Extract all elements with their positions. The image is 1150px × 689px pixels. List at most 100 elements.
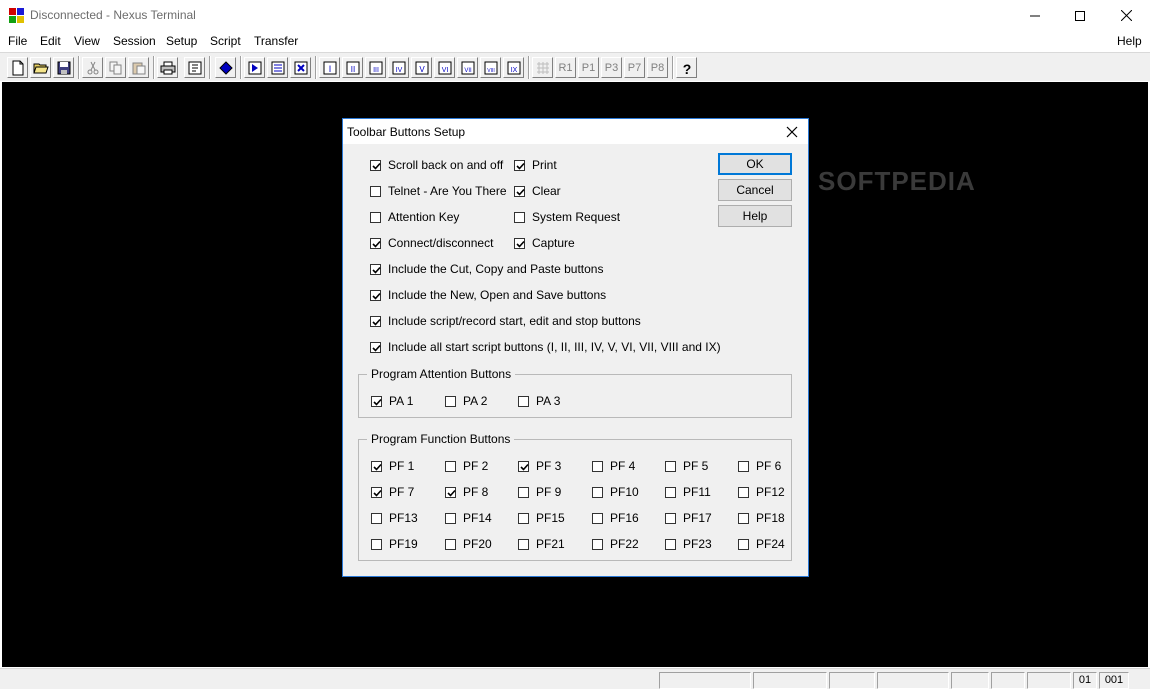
start-script-iv-button[interactable]: IV — [388, 57, 409, 78]
checkbox-box[interactable] — [592, 460, 603, 472]
checkbox-box[interactable] — [738, 538, 749, 550]
checkbox-box[interactable] — [665, 486, 676, 498]
pf-11-checkbox[interactable]: PF11 — [665, 484, 711, 500]
pf-3-checkbox[interactable]: PF 3 — [518, 458, 561, 474]
checkbox-box[interactable] — [370, 185, 381, 197]
checkbox-box[interactable] — [665, 538, 676, 550]
pf-13-checkbox[interactable]: PF13 — [371, 510, 418, 526]
checkbox-box[interactable] — [592, 538, 603, 550]
maximize-button[interactable] — [1057, 0, 1103, 31]
checkbox-box[interactable] — [592, 512, 603, 524]
checkbox-box[interactable] — [738, 460, 749, 472]
script-stop-button[interactable] — [290, 57, 311, 78]
checkbox-box[interactable] — [514, 185, 525, 197]
cancel-button[interactable]: Cancel — [718, 179, 792, 201]
pf-4-checkbox[interactable]: PF 4 — [592, 458, 635, 474]
option-include-the-new-open-and-save-buttons-checkbox[interactable]: Include the New, Open and Save buttons — [370, 287, 606, 303]
option-scroll-back-on-and-off-checkbox[interactable]: Scroll back on and off — [370, 157, 503, 173]
checkbox-box[interactable] — [370, 341, 381, 353]
copy-button[interactable] — [105, 57, 126, 78]
pa-3-checkbox[interactable]: PA 3 — [518, 393, 560, 409]
pf-6-checkbox[interactable]: PF 6 — [738, 458, 781, 474]
key-p8-button[interactable]: P8 — [647, 57, 668, 78]
key-p1-button[interactable]: P1 — [578, 57, 599, 78]
start-script-v-button[interactable]: V — [411, 57, 432, 78]
checkbox-box[interactable] — [738, 512, 749, 524]
checkbox-box[interactable] — [665, 460, 676, 472]
option-connect-disconnect-checkbox[interactable]: Connect/disconnect — [370, 235, 493, 251]
pf-22-checkbox[interactable]: PF22 — [592, 536, 639, 552]
close-button[interactable] — [1103, 0, 1149, 31]
checkbox-box[interactable] — [514, 159, 525, 171]
start-script-i-button[interactable]: I — [319, 57, 340, 78]
pf-9-checkbox[interactable]: PF 9 — [518, 484, 561, 500]
checkbox-box[interactable] — [371, 395, 382, 407]
pf-16-checkbox[interactable]: PF16 — [592, 510, 639, 526]
option-print-checkbox[interactable]: Print — [514, 157, 557, 173]
checkbox-box[interactable] — [514, 211, 525, 223]
pf-21-checkbox[interactable]: PF21 — [518, 536, 565, 552]
menu-help[interactable]: Help — [1117, 34, 1142, 48]
script-start-button[interactable] — [244, 57, 265, 78]
pf-24-checkbox[interactable]: PF24 — [738, 536, 785, 552]
paste-button[interactable] — [128, 57, 149, 78]
start-script-ix-button[interactable]: IX — [503, 57, 524, 78]
start-script-ii-button[interactable]: II — [342, 57, 363, 78]
checkbox-box[interactable] — [518, 538, 529, 550]
checkbox-box[interactable] — [445, 460, 456, 472]
option-include-script-record-start-edit-and-sto-checkbox[interactable]: Include script/record start, edit and st… — [370, 313, 641, 329]
option-include-all-start-script-buttons-i-ii-ii-checkbox[interactable]: Include all start script buttons (I, II,… — [370, 339, 721, 355]
start-script-viii-button[interactable]: VIII — [480, 57, 501, 78]
checkbox-box[interactable] — [445, 512, 456, 524]
start-script-vi-button[interactable]: VI — [434, 57, 455, 78]
cut-button[interactable] — [82, 57, 103, 78]
option-capture-checkbox[interactable]: Capture — [514, 235, 575, 251]
checkbox-box[interactable] — [518, 395, 529, 407]
option-telnet-are-you-there-checkbox[interactable]: Telnet - Are You There — [370, 183, 507, 199]
connect-button[interactable] — [215, 57, 236, 78]
pf-7-checkbox[interactable]: PF 7 — [371, 484, 414, 500]
checkbox-box[interactable] — [371, 512, 382, 524]
pf-15-checkbox[interactable]: PF15 — [518, 510, 565, 526]
pf-23-checkbox[interactable]: PF23 — [665, 536, 712, 552]
ok-button[interactable]: OK — [718, 153, 792, 175]
checkbox-box[interactable] — [445, 486, 456, 498]
menu-script[interactable]: Script — [210, 34, 241, 48]
menu-setup[interactable]: Setup — [166, 34, 197, 48]
pa-2-checkbox[interactable]: PA 2 — [445, 393, 487, 409]
minimize-button[interactable] — [1012, 0, 1058, 31]
pf-17-checkbox[interactable]: PF17 — [665, 510, 712, 526]
checkbox-box[interactable] — [592, 486, 603, 498]
pf-18-checkbox[interactable]: PF18 — [738, 510, 785, 526]
checkbox-box[interactable] — [518, 486, 529, 498]
pf-19-checkbox[interactable]: PF19 — [371, 536, 418, 552]
checkbox-box[interactable] — [445, 395, 456, 407]
option-attention-key-checkbox[interactable]: Attention Key — [370, 209, 459, 225]
pf-10-checkbox[interactable]: PF10 — [592, 484, 639, 500]
print-button[interactable] — [157, 57, 178, 78]
key-p3-button[interactable]: P3 — [601, 57, 622, 78]
pf-14-checkbox[interactable]: PF14 — [445, 510, 492, 526]
checkbox-box[interactable] — [738, 486, 749, 498]
checkbox-box[interactable] — [445, 538, 456, 550]
checkbox-box[interactable] — [371, 538, 382, 550]
option-include-the-cut-copy-and-paste-buttons-checkbox[interactable]: Include the Cut, Copy and Paste buttons — [370, 261, 603, 277]
help-button[interactable]: ? — [676, 57, 697, 78]
menu-session[interactable]: Session — [113, 34, 156, 48]
menu-edit[interactable]: Edit — [40, 34, 61, 48]
new-button[interactable] — [7, 57, 28, 78]
pf-12-checkbox[interactable]: PF12 — [738, 484, 785, 500]
help-button[interactable]: Help — [718, 205, 792, 227]
pf-20-checkbox[interactable]: PF20 — [445, 536, 492, 552]
checkbox-box[interactable] — [665, 512, 676, 524]
pa-1-checkbox[interactable]: PA 1 — [371, 393, 413, 409]
start-script-iii-button[interactable]: III — [365, 57, 386, 78]
pf-5-checkbox[interactable]: PF 5 — [665, 458, 708, 474]
checkbox-box[interactable] — [370, 159, 381, 171]
checkbox-box[interactable] — [514, 237, 525, 249]
keypad-button[interactable] — [532, 57, 553, 78]
menu-view[interactable]: View — [74, 34, 100, 48]
checkbox-box[interactable] — [370, 237, 381, 249]
option-system-request-checkbox[interactable]: System Request — [514, 209, 620, 225]
checkbox-box[interactable] — [370, 315, 381, 327]
